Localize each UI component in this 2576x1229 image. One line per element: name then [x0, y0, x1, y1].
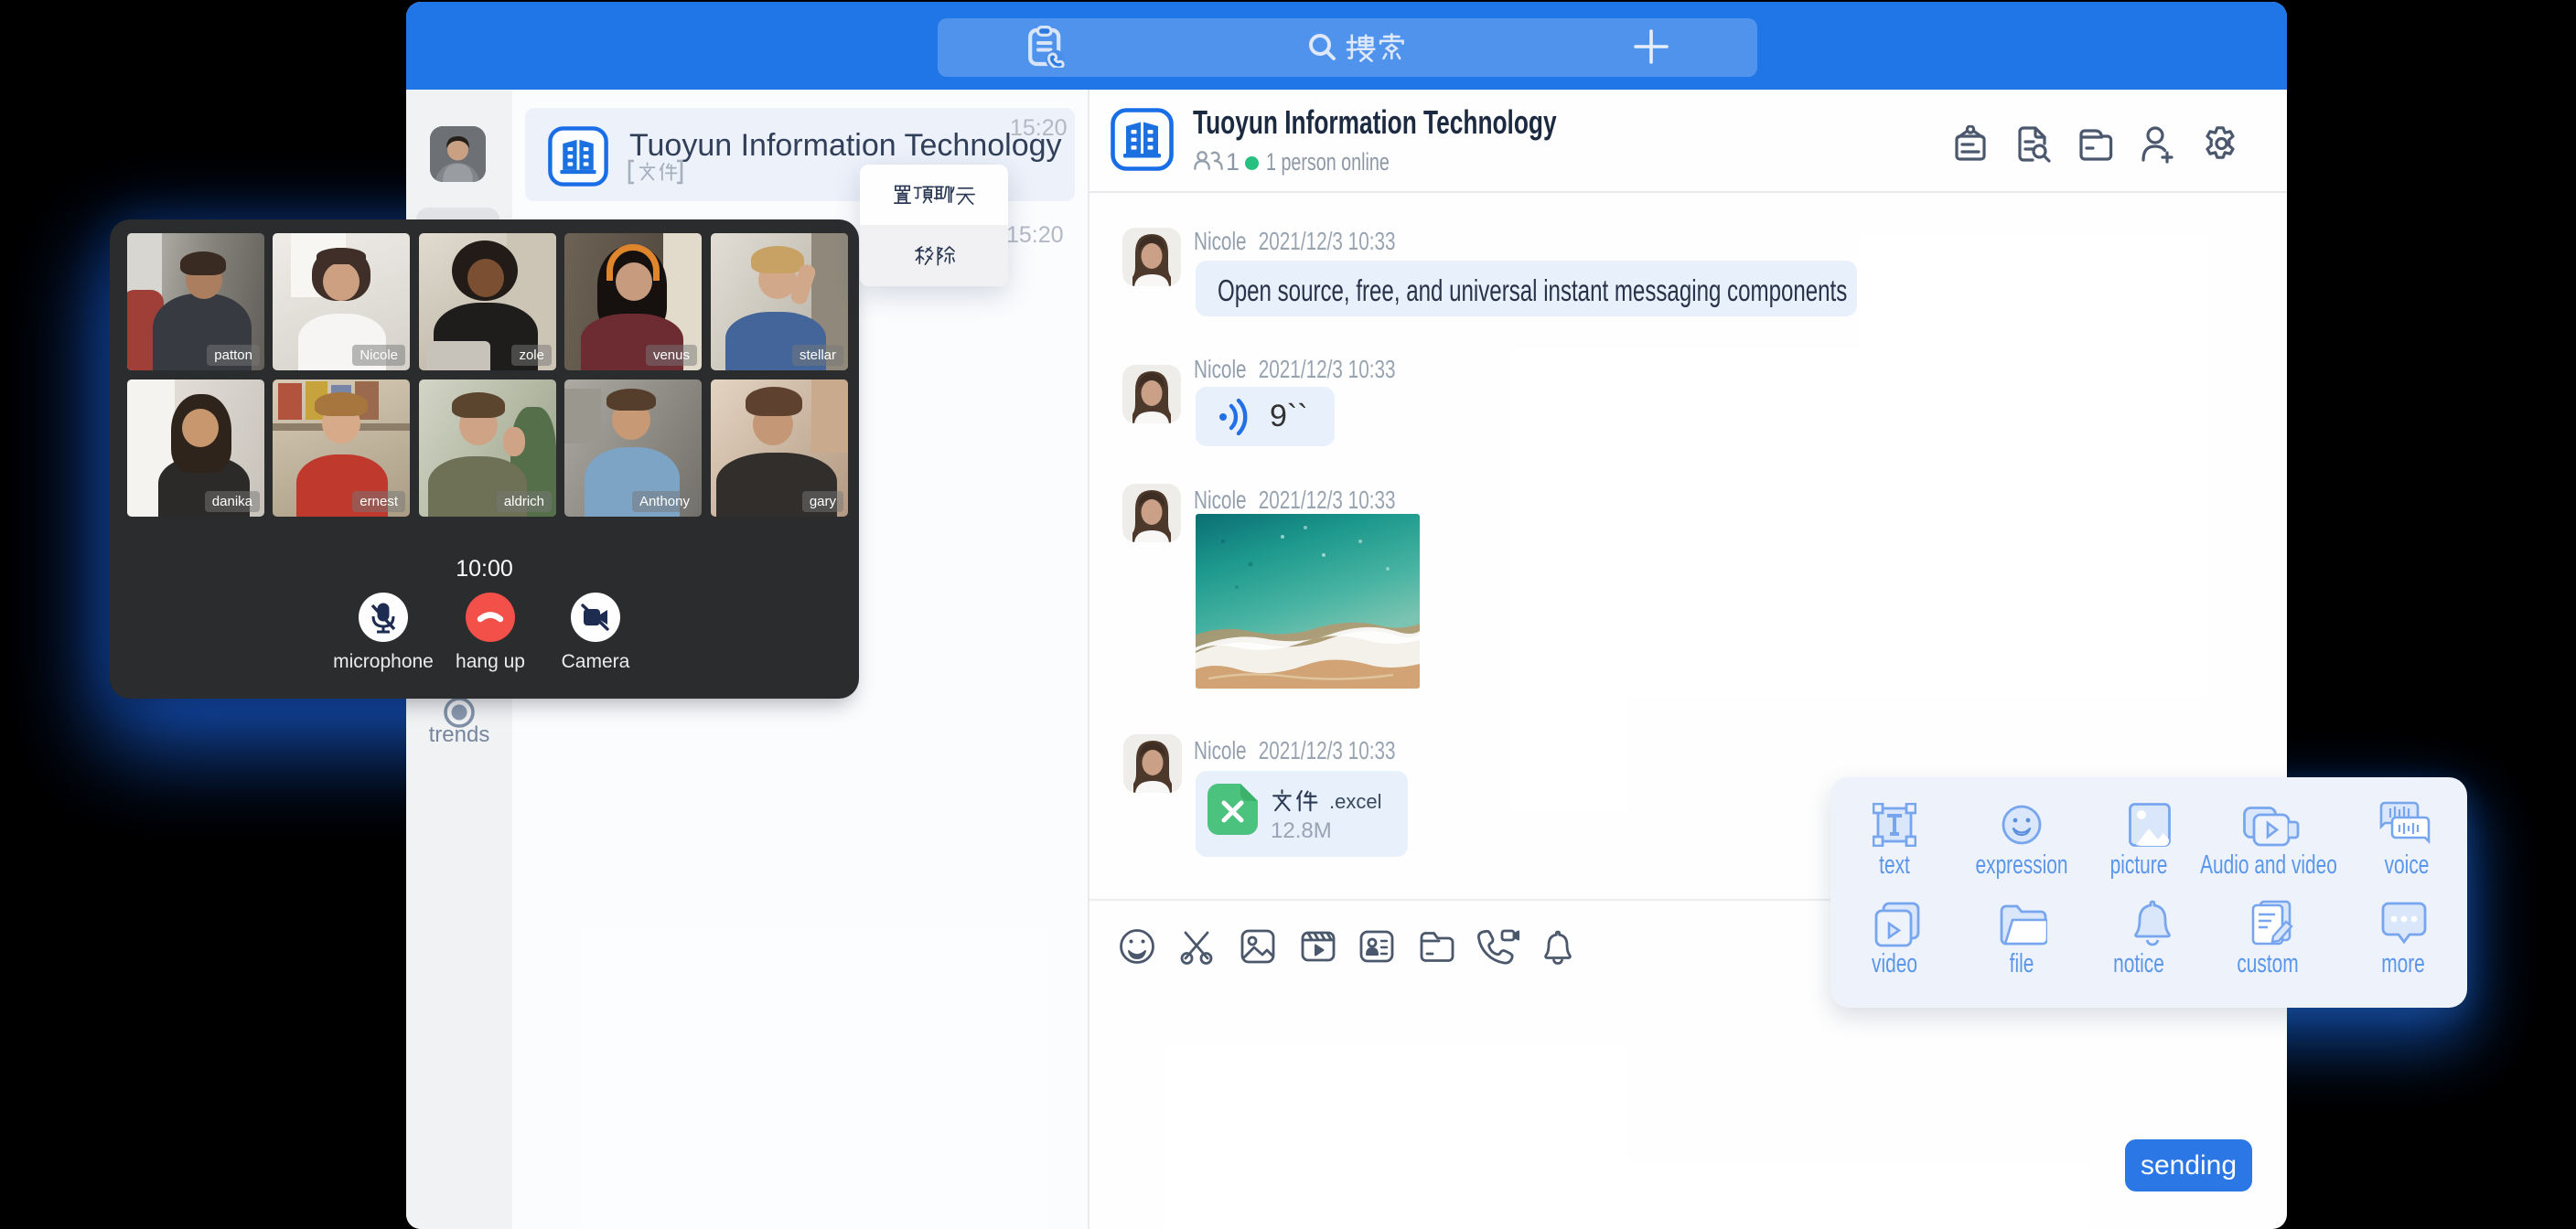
svg-text:.excel: .excel	[1329, 790, 1381, 813]
